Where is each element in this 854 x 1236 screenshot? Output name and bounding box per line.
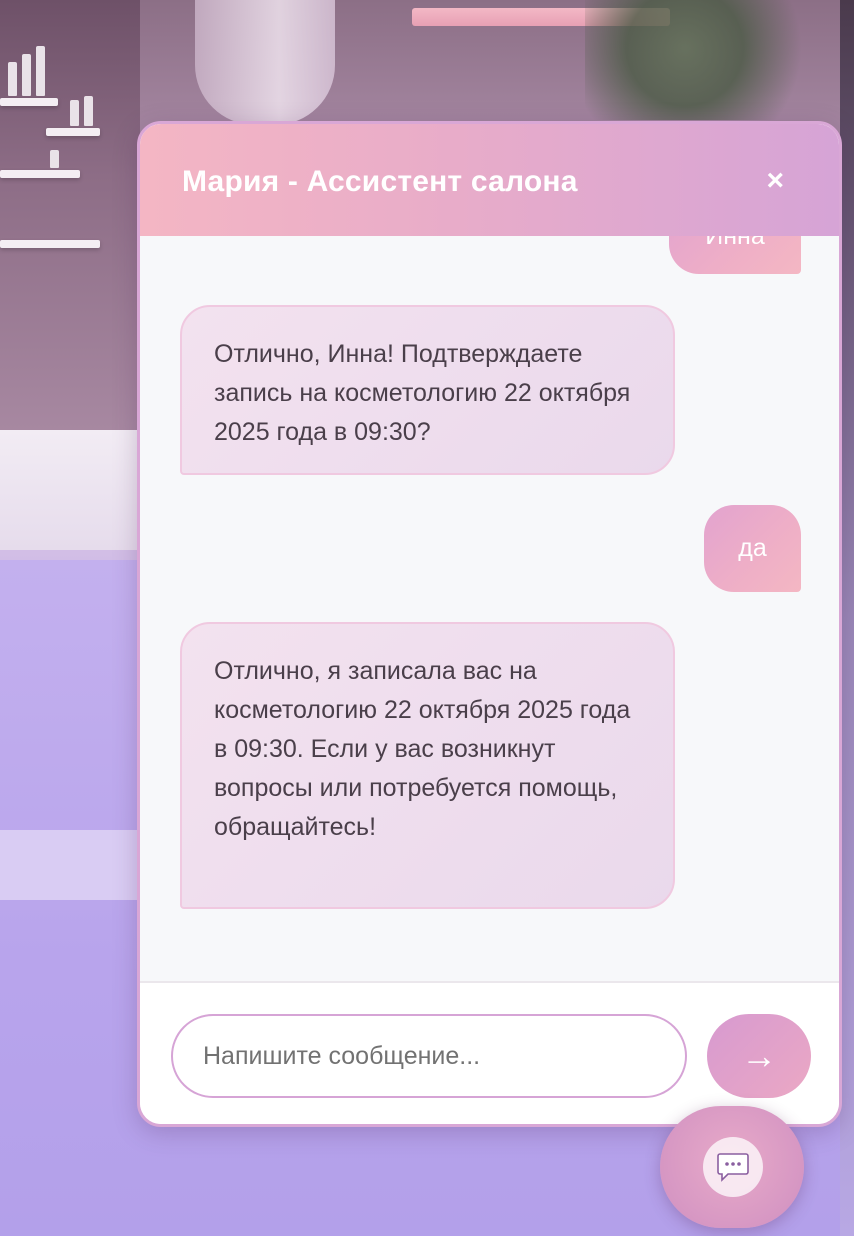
message-input[interactable] xyxy=(171,1014,687,1098)
background-shelf xyxy=(0,98,58,106)
chat-bubble-icon xyxy=(717,1153,749,1182)
user-message: да xyxy=(704,505,801,592)
background-bottle xyxy=(36,46,45,96)
close-button[interactable]: × xyxy=(766,166,784,196)
send-button[interactable]: → xyxy=(707,1014,811,1098)
message-text: Инна xyxy=(705,236,765,251)
background-floor-strip xyxy=(0,830,140,900)
background-shelf xyxy=(0,240,100,248)
user-message: Инна xyxy=(669,236,801,274)
background-plant xyxy=(585,0,835,120)
background-edge xyxy=(840,0,854,1236)
message-text: Отлично, я записала вас на косметологию … xyxy=(214,657,631,841)
message-text: Отлично, Инна! Подтверждаете запись на к… xyxy=(214,340,631,446)
background-shelf xyxy=(46,128,100,136)
background-wall xyxy=(0,0,140,440)
assistant-message: Отлично, я записала вас на косметологию … xyxy=(180,622,675,909)
message-text: да xyxy=(738,534,767,562)
chat-window: Мария - Ассистент салона × Инна Отлично,… xyxy=(137,121,842,1127)
background-bottle xyxy=(70,100,79,126)
chat-title: Мария - Ассистент салона xyxy=(182,165,578,198)
background-bottle xyxy=(50,150,59,168)
background-counter xyxy=(0,430,140,550)
chat-header: Мария - Ассистент салона × xyxy=(140,124,839,236)
assistant-message: Отлично, Инна! Подтверждаете запись на к… xyxy=(180,305,675,475)
background-shelf xyxy=(0,170,80,178)
chat-launcher-button[interactable] xyxy=(660,1106,804,1228)
background-bottle xyxy=(84,96,93,126)
background-bottle xyxy=(22,54,31,96)
chat-launcher-icon-background xyxy=(703,1137,763,1197)
message-list[interactable]: Инна Отлично, Инна! Подтверждаете запись… xyxy=(140,236,839,981)
background-bottle xyxy=(8,62,17,96)
background-mirror xyxy=(195,0,335,125)
arrow-right-icon: → xyxy=(741,1035,777,1076)
